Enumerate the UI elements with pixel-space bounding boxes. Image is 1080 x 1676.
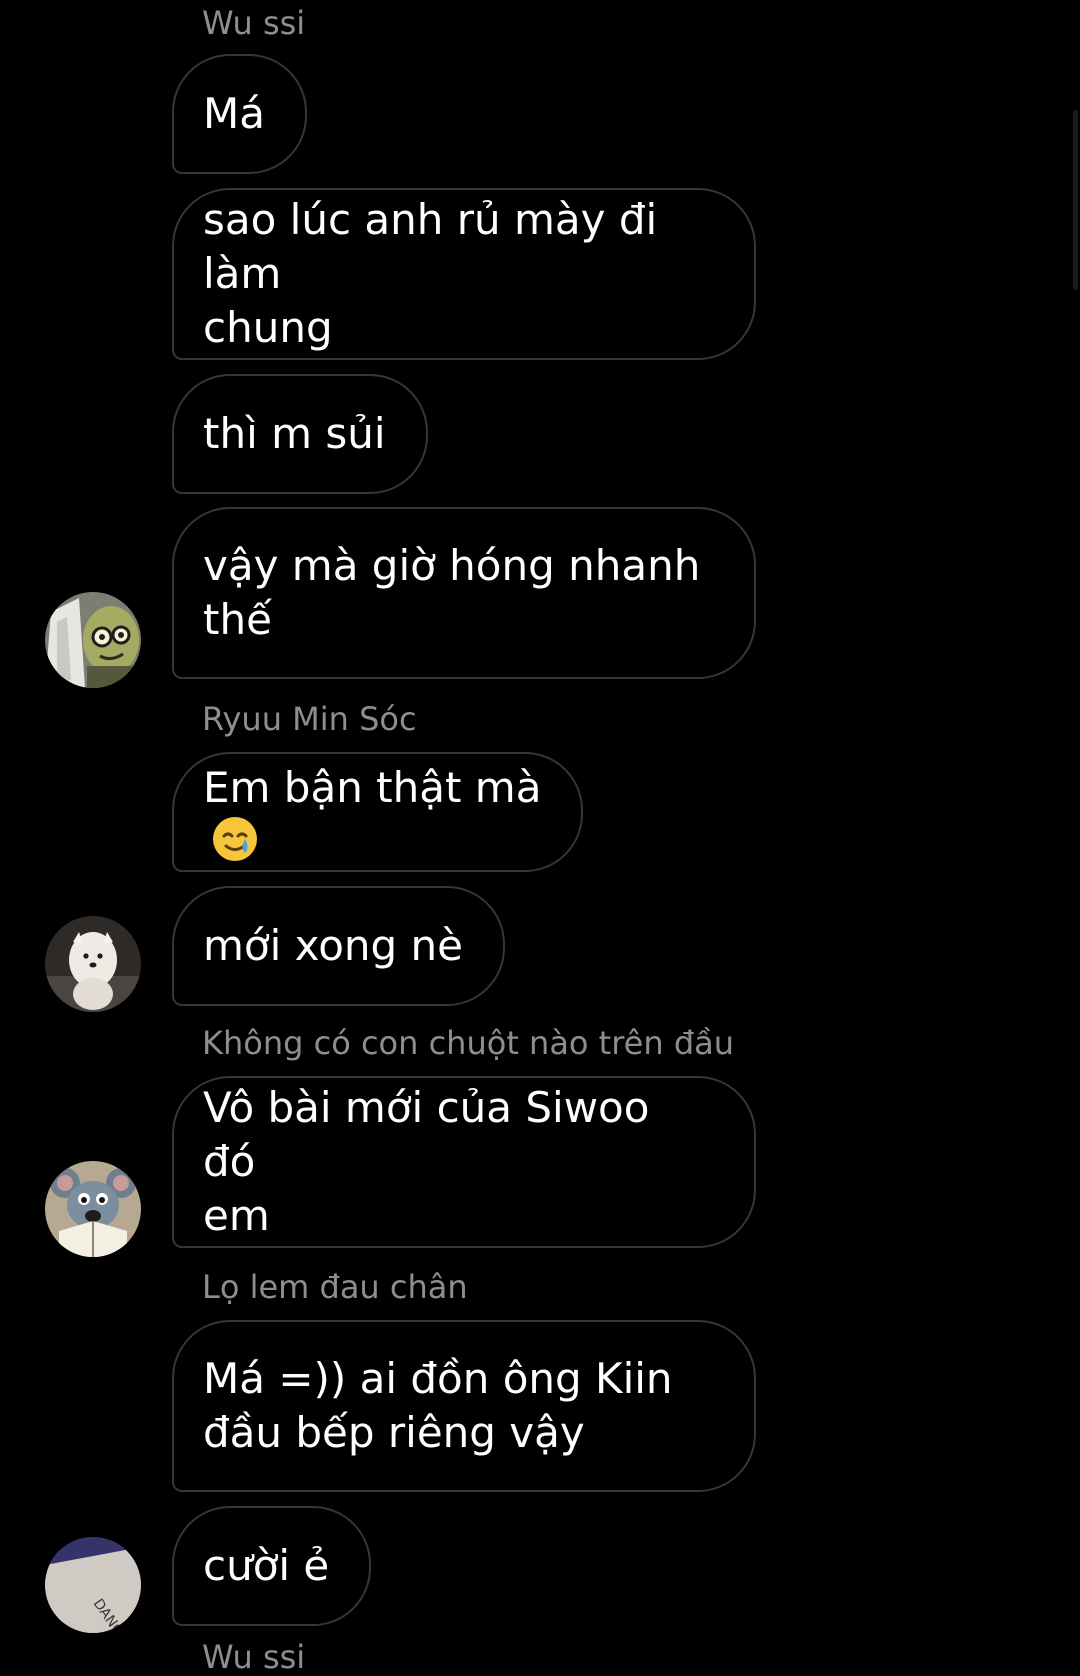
sender-name: Ryuu Min Sóc: [202, 700, 417, 738]
white-dog-avatar[interactable]: [45, 916, 141, 1012]
message-bubble[interactable]: Em bận thật mà: [172, 752, 584, 872]
message-text: Má =)) ai đồn ông Kiin đầu bếp riêng vậy: [203, 1354, 673, 1457]
message-text: Em bận thật mà: [203, 761, 541, 863]
message-bubble[interactable]: sao lúc anh rủ mày đi làm chung: [172, 188, 756, 360]
smiling-tear-emoji-icon: [211, 815, 259, 863]
message-text: vậy mà giờ hóng nhanh thế: [203, 541, 701, 644]
frog-mask-avatar[interactable]: [45, 592, 141, 688]
rat-reading-avatar[interactable]: [45, 1161, 141, 1257]
sender-name: Không có con chuột nào trên đầu: [202, 1024, 735, 1062]
message-bubble[interactable]: Má: [172, 54, 307, 174]
message-text: cười ẻ: [203, 1541, 330, 1590]
dance-paper-avatar[interactable]: DANCE: [45, 1537, 141, 1633]
message-text: Vô bài mới của Siwoo đó em: [203, 1083, 650, 1240]
message-bubble[interactable]: mới xong nè: [172, 886, 505, 1006]
message-bubble[interactable]: cười ẻ: [172, 1506, 372, 1626]
sender-name: Wu ssi: [202, 4, 306, 42]
scrollbar[interactable]: [1073, 110, 1078, 290]
sender-name-partial: Wu ssi: [202, 1638, 306, 1676]
message-bubble[interactable]: thì m sủi: [172, 374, 428, 494]
message-text: Má: [203, 89, 265, 138]
message-bubble[interactable]: Vô bài mới của Siwoo đó em: [172, 1076, 756, 1248]
sender-name: Lọ lem đau chân: [202, 1268, 468, 1306]
message-bubble[interactable]: vậy mà giờ hóng nhanh thế: [172, 507, 756, 679]
message-bubble[interactable]: Má =)) ai đồn ông Kiin đầu bếp riêng vậy: [172, 1320, 756, 1492]
message-text: sao lúc anh rủ mày đi làm chung: [203, 195, 658, 352]
message-text: mới xong nè: [203, 921, 463, 970]
message-text: thì m sủi: [203, 409, 386, 458]
